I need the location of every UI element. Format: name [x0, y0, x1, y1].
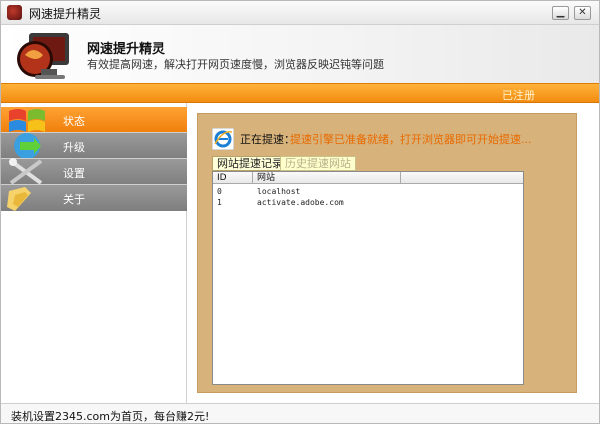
table-row[interactable]: 0 localhost — [213, 186, 523, 197]
homepage-promo-text[interactable]: 装机设置2345.com为首页，每台赚2元! — [11, 408, 209, 424]
column-header-site[interactable]: 网站 — [253, 172, 401, 184]
header-banner: 网速提升精灵 有效提高网速，解决打开网页速度慢，浏览器反映迟钝等问题 — [1, 25, 599, 83]
table-header: ID 网站 — [213, 172, 523, 184]
status-message: 提速引擎已准备就绪，打开浏览器即可开始提速... — [290, 133, 532, 146]
row-id: 0 — [217, 187, 222, 196]
status-label: 正在提速： — [240, 133, 295, 146]
internet-explorer-icon — [212, 128, 234, 150]
app-name: 网速提升精灵 — [87, 42, 166, 57]
tab-history-sites[interactable]: 历史提速网站 — [280, 156, 356, 171]
row-site: activate.adobe.com — [257, 198, 344, 207]
app-icon — [7, 5, 22, 20]
sidebar-item-settings[interactable]: 设置 — [1, 158, 187, 185]
status-panel: 正在提速： 提速引擎已准备就绪，打开浏览器即可开始提速... 网站提速记录 历史… — [197, 113, 577, 393]
app-tagline: 有效提高网速，解决打开网页速度慢，浏览器反映迟钝等问题 — [87, 58, 384, 71]
sidebar-item-status[interactable]: 状态 — [1, 107, 187, 133]
registered-status: 已注册 — [502, 89, 535, 102]
sidebar-item-upgrade[interactable]: 升级 — [1, 133, 187, 159]
row-id: 1 — [217, 198, 222, 207]
window-title: 网速提升精灵 — [29, 7, 102, 21]
sidebar-nav: 状态 升级 设置 关于 — [1, 103, 187, 403]
column-header-id[interactable]: ID — [213, 172, 253, 184]
registration-bar: 已注册 — [1, 83, 599, 103]
close-button[interactable]: ✕ — [574, 6, 591, 20]
row-site: localhost — [257, 187, 301, 196]
title-bar[interactable]: 网速提升精灵 ▁ ✕ — [1, 1, 599, 25]
site-table: ID 网站 0 localhost 1 activate.adobe.com — [212, 171, 524, 385]
status-bar: 装机设置2345.com为首页，每台赚2元! — [1, 403, 599, 423]
sidebar-item-about[interactable]: 关于 — [1, 185, 187, 211]
sidebar-item-label: 升级 — [63, 141, 85, 154]
table-row[interactable]: 1 activate.adobe.com — [213, 197, 523, 208]
info-folder-icon — [7, 187, 31, 211]
monitor-logo-icon — [17, 33, 69, 79]
sidebar-item-label: 关于 — [63, 193, 85, 206]
app-window: 网速提升精灵 ▁ ✕ 网速提升精灵 有效提高网速，解决打开网页速度慢，浏览器反映… — [0, 0, 600, 424]
tab-speedup-log[interactable]: 网站提速记录 — [212, 156, 288, 171]
sidebar-item-label: 状态 — [63, 115, 85, 128]
close-icon: ✕ — [578, 7, 587, 18]
sidebar-item-label: 设置 — [63, 167, 85, 180]
minimize-button[interactable]: ▁ — [552, 6, 569, 20]
minimize-icon: ▁ — [556, 7, 565, 18]
